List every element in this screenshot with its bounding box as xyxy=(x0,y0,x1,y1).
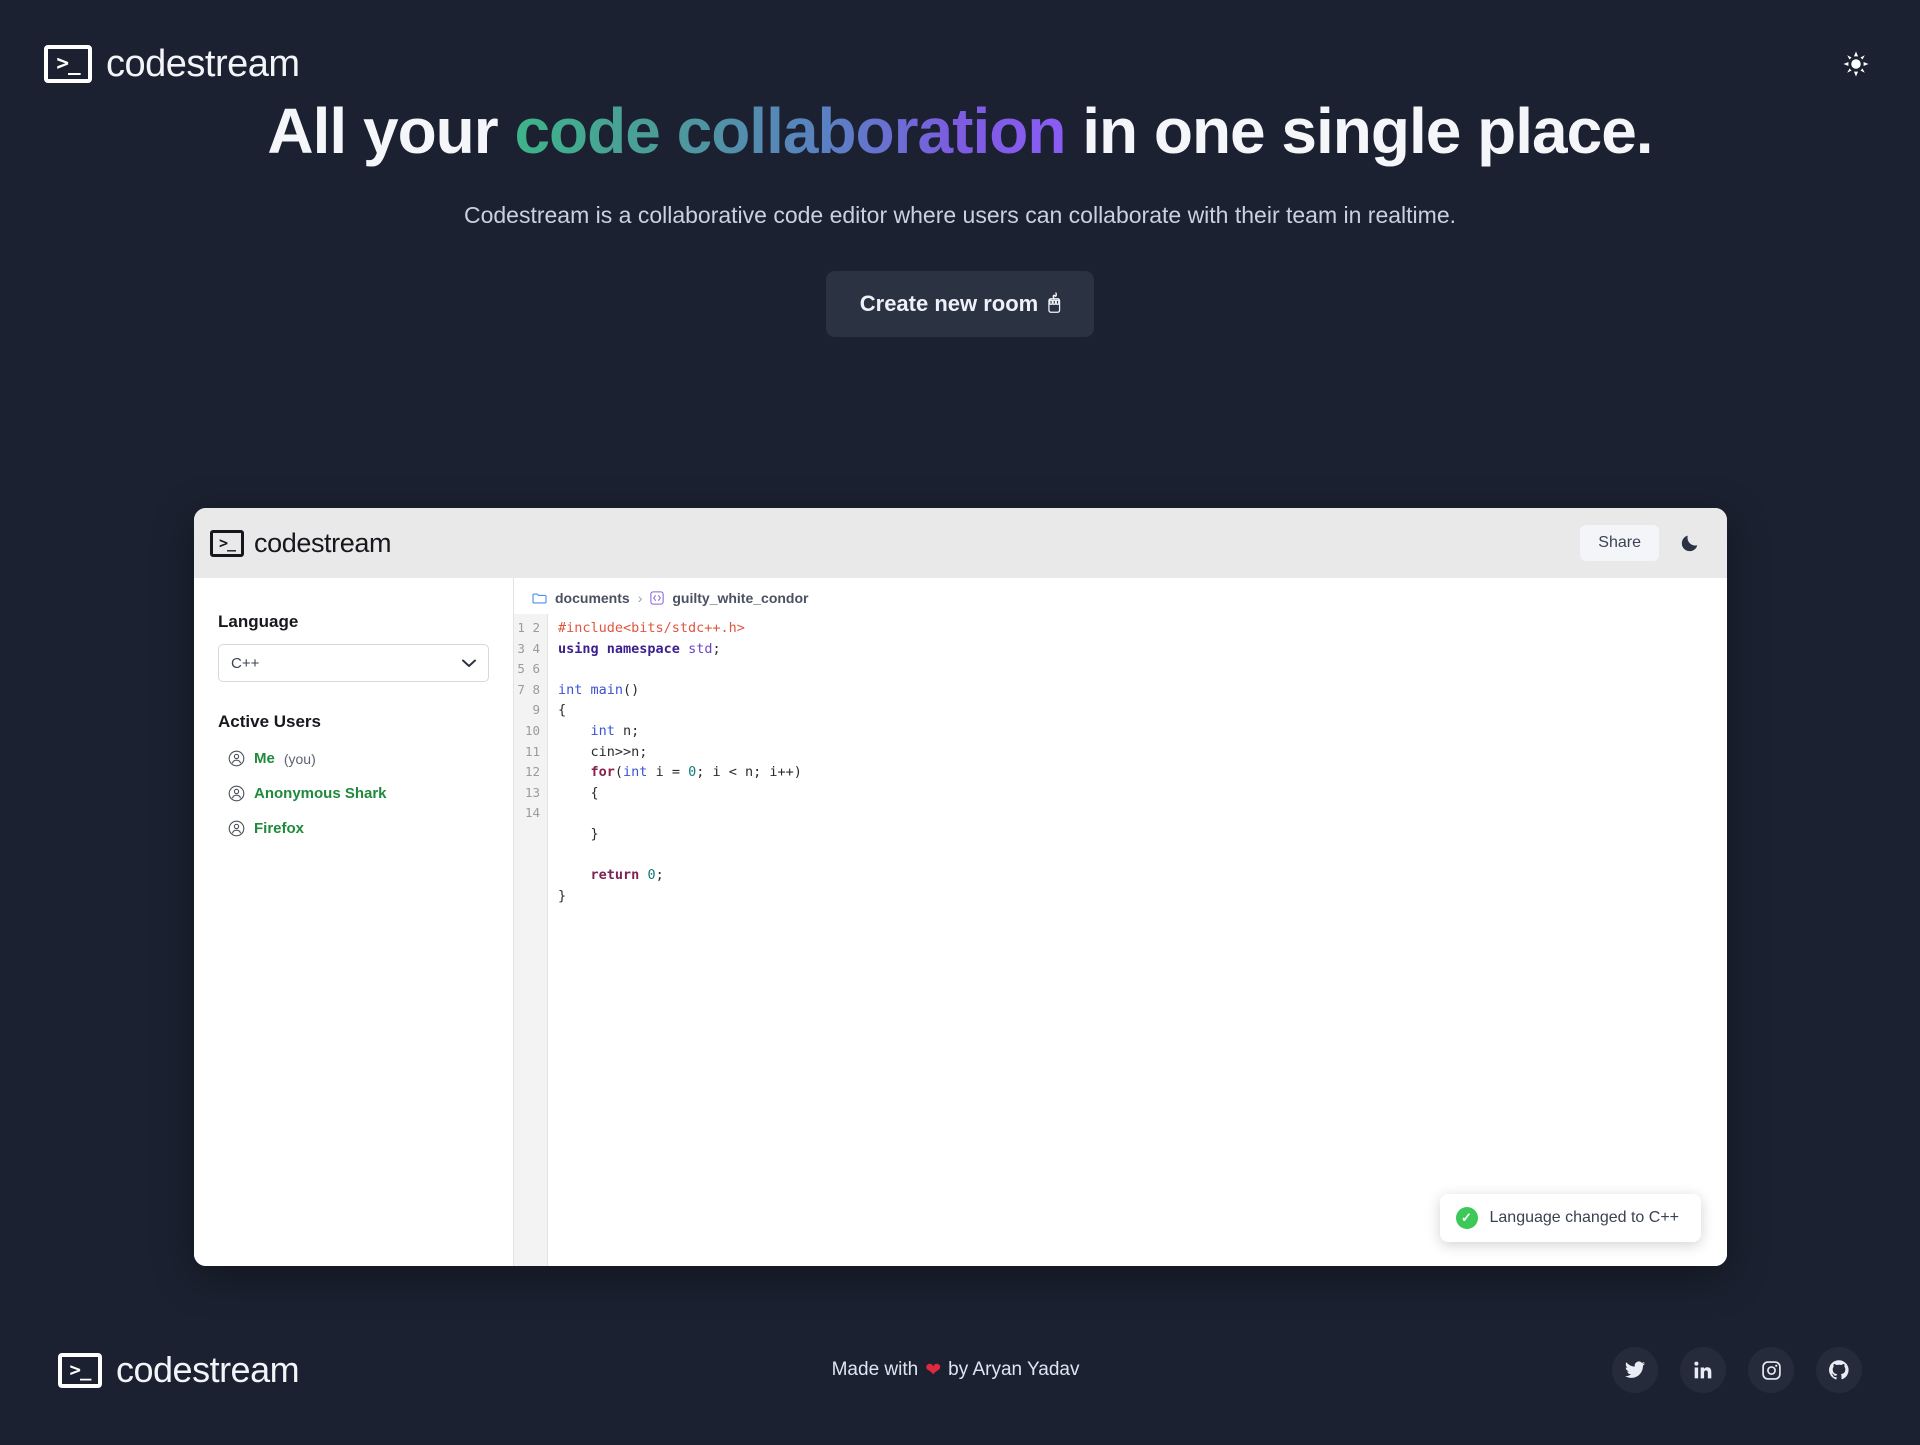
footer-logo-text: codestream xyxy=(116,1349,299,1391)
instagram-link[interactable] xyxy=(1748,1347,1794,1393)
credit-suffix: by Aryan Yadav xyxy=(948,1359,1079,1381)
app-preview-header-actions: Share xyxy=(1580,525,1705,561)
github-icon xyxy=(1828,1359,1850,1381)
user-name: Firefox xyxy=(254,820,304,837)
user-icon xyxy=(228,785,245,802)
editor-pane: documents › guilty_white_condor 1 2 3 4 … xyxy=(514,578,1727,1266)
linkedin-link[interactable] xyxy=(1680,1347,1726,1393)
language-label: Language xyxy=(218,612,489,632)
cursor-icon: 🖱 xyxy=(1048,292,1060,315)
language-select[interactable]: C++ xyxy=(218,644,489,682)
toast-notification: ✓ Language changed to C++ xyxy=(1440,1194,1702,1242)
credit-prefix: Made with xyxy=(832,1359,919,1381)
footer: >_ codestream Made with ❤ by Aryan Yadav xyxy=(0,1295,1920,1445)
app-preview-header: >_ codestream Share xyxy=(194,508,1727,578)
terminal-prompt-glyph: >_ xyxy=(70,1361,91,1380)
share-button[interactable]: Share xyxy=(1580,525,1659,561)
terminal-icon: >_ xyxy=(44,45,92,83)
header-logo-text: codestream xyxy=(106,43,300,86)
linkedin-icon xyxy=(1693,1360,1713,1380)
code-editor-text[interactable]: #include<bits/stdc++.h> using namespace … xyxy=(548,614,1727,1266)
user-name: Me xyxy=(254,750,275,767)
hero-subtitle: Codestream is a collaborative code edito… xyxy=(0,202,1920,229)
footer-logo[interactable]: >_ codestream xyxy=(58,1349,299,1391)
user-name: Anonymous Shark xyxy=(254,785,387,802)
moon-icon xyxy=(1679,532,1701,554)
toast-message: Language changed to C++ xyxy=(1490,1209,1680,1227)
editor-sidebar: Language C++ Active Users Me (you) xyxy=(194,578,514,1266)
user-tag: (you) xyxy=(284,751,316,767)
app-preview-body: Language C++ Active Users Me (you) xyxy=(194,578,1727,1266)
create-new-room-button[interactable]: Create new room 🖱 xyxy=(826,271,1095,337)
cta-label: Create new room xyxy=(860,291,1039,317)
footer-credit: Made with ❤ by Aryan Yadav xyxy=(832,1359,1080,1382)
breadcrumb: documents › guilty_white_condor xyxy=(514,578,1727,614)
hero-section: All your code collaboration in one singl… xyxy=(0,96,1920,337)
instagram-icon xyxy=(1761,1360,1782,1381)
theme-toggle-button[interactable] xyxy=(1836,44,1876,84)
code-scroll-area: 1 2 3 4 5 6 7 8 9 10 11 12 13 14 #includ… xyxy=(514,614,1727,1266)
folder-icon xyxy=(532,592,547,605)
breadcrumb-separator: › xyxy=(638,590,643,606)
hero-title-part1: All your xyxy=(267,95,514,167)
list-item: Anonymous Shark xyxy=(218,785,489,802)
language-select-value: C++ xyxy=(231,655,259,672)
hero-title-part2: in one single place. xyxy=(1065,95,1652,167)
user-icon xyxy=(228,820,245,837)
code-file-icon xyxy=(650,591,664,605)
twitter-icon xyxy=(1624,1359,1646,1381)
terminal-icon: >_ xyxy=(58,1353,102,1388)
line-number-gutter: 1 2 3 4 5 6 7 8 9 10 11 12 13 14 xyxy=(514,614,548,1266)
app-preview-logo[interactable]: >_ codestream xyxy=(210,528,391,559)
list-item: Firefox xyxy=(218,820,489,837)
terminal-prompt-glyph: >_ xyxy=(219,536,235,551)
heart-icon: ❤ xyxy=(925,1359,941,1382)
page-title: All your code collaboration in one singl… xyxy=(250,96,1670,168)
app-preview-card: >_ codestream Share Language C++ Active … xyxy=(194,508,1727,1266)
list-item: Me (you) xyxy=(218,750,489,767)
active-users-label: Active Users xyxy=(218,712,489,732)
app-preview-logo-text: codestream xyxy=(254,528,391,559)
chevron-down-icon xyxy=(462,659,476,668)
sun-icon xyxy=(1843,51,1869,77)
terminal-prompt-glyph: >_ xyxy=(56,53,79,74)
breadcrumb-file[interactable]: guilty_white_condor xyxy=(672,590,808,606)
social-links xyxy=(1612,1347,1862,1393)
user-icon xyxy=(228,750,245,767)
cta-container: Create new room 🖱 xyxy=(0,271,1920,337)
twitter-link[interactable] xyxy=(1612,1347,1658,1393)
header-logo[interactable]: >_ codestream xyxy=(44,43,300,86)
check-circle-icon: ✓ xyxy=(1456,1207,1478,1229)
dark-mode-toggle-button[interactable] xyxy=(1675,528,1705,558)
breadcrumb-folder[interactable]: documents xyxy=(555,590,630,606)
hero-title-gradient: code collaboration xyxy=(514,95,1065,167)
github-link[interactable] xyxy=(1816,1347,1862,1393)
terminal-icon: >_ xyxy=(210,530,244,557)
